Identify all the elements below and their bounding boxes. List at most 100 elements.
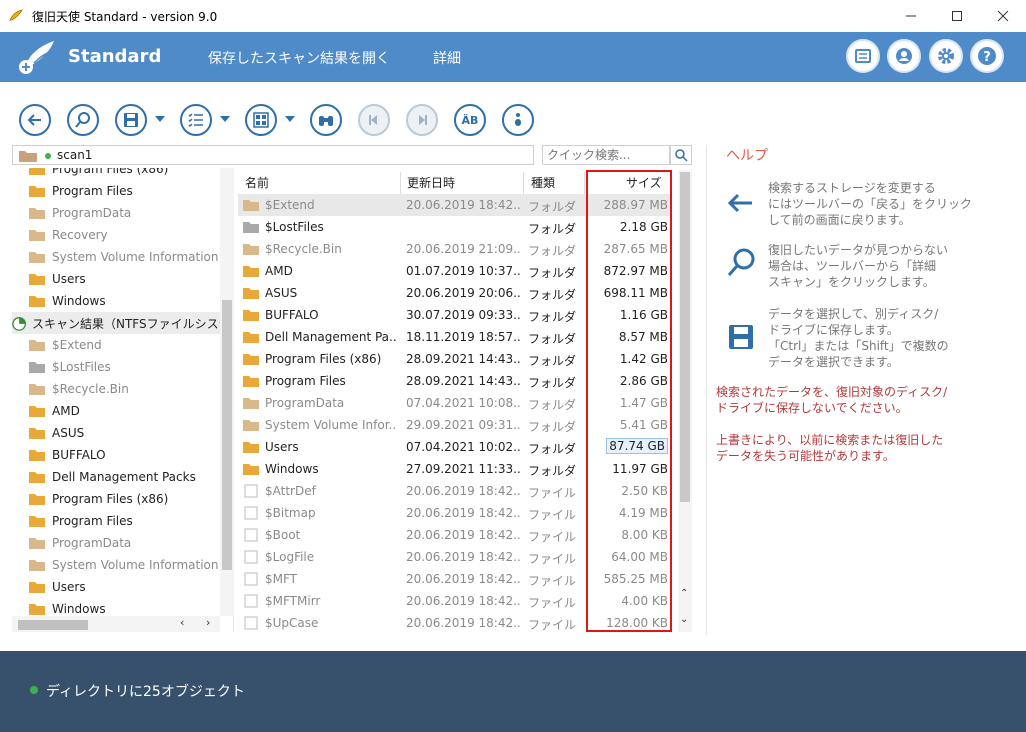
file-row[interactable]: System Volume Infor... 29.09.2021 09:31..… [238, 414, 670, 436]
status-bar: ディレクトリに25オブジェクト [0, 651, 1026, 732]
user-button[interactable] [887, 39, 921, 73]
file-icon [244, 550, 258, 564]
tree-item[interactable]: Users [28, 268, 86, 290]
folder-icon [29, 230, 45, 241]
svg-text:?: ? [983, 50, 991, 65]
save-dropdown-caret[interactable] [155, 116, 165, 122]
tree-item[interactable]: AMD [28, 400, 80, 422]
file-name: $LostFiles [265, 220, 324, 234]
scroll-right-icon[interactable]: › [206, 616, 210, 629]
next-button[interactable] [406, 104, 438, 136]
back-button[interactable] [19, 104, 51, 136]
tree-item-label: $LostFiles [52, 360, 111, 374]
find-button[interactable] [310, 104, 342, 136]
tree-item[interactable]: $Extend [28, 334, 102, 356]
folder-icon [29, 186, 45, 197]
folder-tree[interactable]: Program Files (x86) Program Files ProgramD… [12, 168, 234, 632]
help-button[interactable]: ? [970, 39, 1004, 73]
minimize-button[interactable] [888, 0, 934, 32]
file-row[interactable]: ASUS 20.06.2019 20:06... フォルダ 698.11 MB [238, 282, 670, 304]
tree-item[interactable]: Program Files [28, 180, 133, 202]
view-button[interactable] [245, 104, 277, 136]
file-date: 28.09.2021 14:43... [406, 374, 521, 388]
file-row[interactable]: Windows 27.09.2021 11:33... フォルダ 11.97 GB [238, 458, 670, 480]
file-type: フォルダ [528, 376, 577, 390]
file-row[interactable]: Users 07.04.2021 10:02... フォルダ 87.74 GB [238, 436, 670, 458]
file-row[interactable]: ProgramData 07.04.2021 10:08... フォルダ 1.47 G… [238, 392, 670, 414]
details-link[interactable]: 詳細 [433, 48, 461, 68]
tree-item[interactable]: $LostFiles [28, 356, 111, 378]
tree-item[interactable]: Dell Management Packs [28, 466, 196, 488]
tree-item[interactable]: ProgramData [28, 532, 131, 554]
scroll-down-icon[interactable]: ⌄ [680, 614, 688, 625]
tree-item[interactable]: Users [28, 576, 86, 598]
file-date: 07.04.2021 10:02... [406, 440, 521, 454]
file-size: 1.16 GB [619, 308, 668, 322]
tree-item-label: Windows [52, 602, 106, 616]
file-row[interactable]: $AttrDef 20.06.2019 18:42... ファイル 2.50 KB [238, 480, 670, 502]
tree-item[interactable]: スキャン結果（NTFSファイルシステム） [12, 312, 234, 334]
file-list-scroll-thumb[interactable] [680, 172, 690, 502]
angel-logo-icon [19, 41, 54, 74]
save-button[interactable] [115, 104, 147, 136]
file-row[interactable]: $LogFile 20.06.2019 18:42... ファイル 64.00 MB [238, 546, 670, 568]
open-saved-scan-link[interactable]: 保存したスキャン結果を開く [208, 48, 390, 68]
list-button[interactable] [180, 104, 212, 136]
view-dropdown-caret[interactable] [285, 116, 295, 122]
file-row[interactable]: AMD 01.07.2019 10:37... フォルダ 872.97 MB [238, 260, 670, 282]
file-row[interactable]: Program Files (x86) 28.09.2021 14:43... フォ… [238, 348, 670, 370]
path-bar[interactable]: scan1 [12, 145, 534, 165]
file-name: Dell Management Pa... [265, 330, 397, 344]
file-row[interactable]: $MFTMirr 20.06.2019 18:42... ファイル 4.00 KB [238, 590, 670, 612]
file-row[interactable]: $MFT 20.06.2019 18:42... ファイル 585.25 MB [238, 568, 670, 590]
tree-item[interactable]: Windows [28, 290, 106, 312]
info-button[interactable] [502, 104, 534, 136]
save-icon [124, 113, 138, 127]
search-button[interactable] [67, 104, 99, 136]
scroll-up-icon[interactable]: ⌃ [680, 588, 688, 599]
tree-item[interactable]: $Recycle.Bin [28, 378, 129, 400]
quick-search-button[interactable] [670, 145, 692, 165]
file-row[interactable]: $UpCase 20.06.2019 18:42... ファイル 128.00 KB [238, 612, 670, 632]
folder-icon [243, 200, 259, 211]
tree-item[interactable]: System Volume Information [28, 246, 218, 268]
tree-item[interactable]: BUFFALO [28, 444, 106, 466]
tree-item[interactable]: Program Files [28, 510, 133, 532]
tree-item[interactable]: Recovery [28, 224, 108, 246]
file-row[interactable]: $Bitmap 20.06.2019 18:42... ファイル 4.19 MB [238, 502, 670, 524]
file-size: 288.97 MB [603, 198, 668, 212]
file-row[interactable]: $LostFiles フォルダ 2.18 GB [238, 216, 670, 238]
file-size: 2.18 GB [619, 220, 668, 234]
file-size: 128.00 KB [606, 616, 668, 630]
file-row[interactable]: Dell Management Pa... 18.11.2019 18:57...… [238, 326, 670, 348]
tree-item[interactable]: Program Files (x86) [28, 488, 168, 510]
file-type: ファイル [528, 618, 577, 632]
settings-button[interactable] [929, 39, 963, 73]
file-row[interactable]: $Boot 20.06.2019 18:42... ファイル 8.00 KB [238, 524, 670, 546]
tree-scroll-thumb[interactable] [222, 300, 232, 570]
file-list[interactable]: $Extend 20.06.2019 18:42... フォルダ 288.97 MB $… [236, 170, 678, 632]
file-row[interactable]: BUFFALO 30.07.2019 09:33... フォルダ 1.16 GB [238, 304, 670, 326]
font-button[interactable]: ÄB [454, 104, 486, 136]
tree-item[interactable]: System Volume Information [28, 554, 218, 576]
folder-icon [243, 310, 259, 321]
previous-button[interactable] [358, 104, 390, 136]
list-dropdown-caret[interactable] [220, 116, 230, 122]
file-row[interactable]: $Extend 20.06.2019 18:42... フォルダ 288.97 MB [238, 194, 670, 216]
file-row[interactable]: Program Files 28.09.2021 14:43... フォルダ 2.86… [238, 370, 670, 392]
tree-item-label: スキャン結果（NTFSファイルシステム） [32, 316, 234, 331]
scroll-left-icon[interactable]: ‹ [180, 616, 184, 629]
close-button[interactable] [980, 0, 1026, 32]
folder-icon [243, 244, 259, 255]
register-button[interactable] [846, 39, 880, 73]
tree-item[interactable]: ASUS [28, 422, 84, 444]
app-icon [9, 9, 23, 21]
maximize-button[interactable] [934, 0, 980, 32]
quick-search-input[interactable] [542, 145, 670, 165]
tree-item[interactable]: Program Files (x86) [28, 168, 168, 180]
search-icon [727, 248, 755, 276]
tree-item[interactable]: ProgramData [28, 202, 131, 224]
file-row[interactable]: $Recycle.Bin 20.06.2019 21:09... フォルダ 287.6… [238, 238, 670, 260]
tree-item-label: BUFFALO [52, 448, 106, 462]
tree-horizontal-thumb[interactable] [18, 620, 88, 630]
